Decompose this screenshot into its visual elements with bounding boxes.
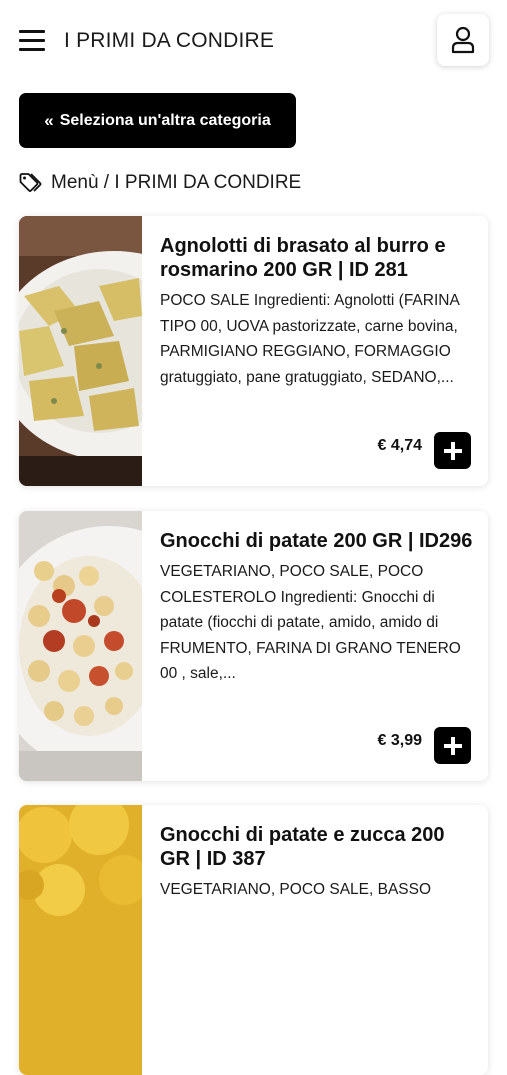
product-image xyxy=(19,805,142,1075)
product-name: Gnocchi di patate e zucca 200 GR | ID 38… xyxy=(160,824,445,870)
select-other-category-button[interactable]: « Seleziona un'altra categoria xyxy=(19,93,296,148)
breadcrumb: Menù / I PRIMI DA CONDIRE xyxy=(19,171,301,195)
product-card[interactable]: Gnocchi di patate e zucca 200 GR | ID 38… xyxy=(19,805,488,1075)
plus-icon xyxy=(443,441,462,460)
tags-icon xyxy=(19,173,42,192)
product-name: Agnolotti di brasato al burro e rosmarin… xyxy=(160,235,446,281)
product-description: VEGETARIANO, POCO SALE, POCO COLESTEROLO… xyxy=(160,563,461,682)
product-description: POCO SALE Ingredienti: Agnolotti (FARINA… xyxy=(160,292,459,386)
plus-icon xyxy=(443,736,462,755)
page-title: I PRIMI DA CONDIRE xyxy=(64,29,275,52)
double-chevron-left-icon: « xyxy=(44,110,54,130)
product-info: Agnolotti di brasato al burro e rosmarin… xyxy=(160,234,475,390)
product-name: Gnocchi di patate 200 GR | ID296 xyxy=(160,530,473,552)
product-price: € 4,74 xyxy=(377,437,422,454)
product-card[interactable]: Agnolotti di brasato al burro e rosmarin… xyxy=(19,216,488,486)
product-description: VEGETARIANO, POCO SALE, BASSO xyxy=(160,881,432,898)
user-icon xyxy=(451,26,475,54)
product-info: Gnocchi di patate e zucca 200 GR | ID 38… xyxy=(160,823,475,903)
top-bar: I PRIMI DA CONDIRE xyxy=(0,0,507,84)
user-account-button[interactable] xyxy=(437,14,489,66)
product-image xyxy=(19,216,142,486)
add-to-cart-button[interactable] xyxy=(434,727,471,764)
product-price: € 3,99 xyxy=(377,732,422,749)
hamburger-menu-icon[interactable] xyxy=(19,29,45,51)
product-image xyxy=(19,511,142,781)
product-card[interactable]: Gnocchi di patate 200 GR | ID296 VEGETAR… xyxy=(19,511,488,781)
product-info: Gnocchi di patate 200 GR | ID296 VEGETAR… xyxy=(160,529,475,687)
add-to-cart-button[interactable] xyxy=(434,432,471,469)
breadcrumb-text: Menù / I PRIMI DA CONDIRE xyxy=(51,172,302,193)
select-other-category-label: Seleziona un'altra categoria xyxy=(59,111,271,129)
